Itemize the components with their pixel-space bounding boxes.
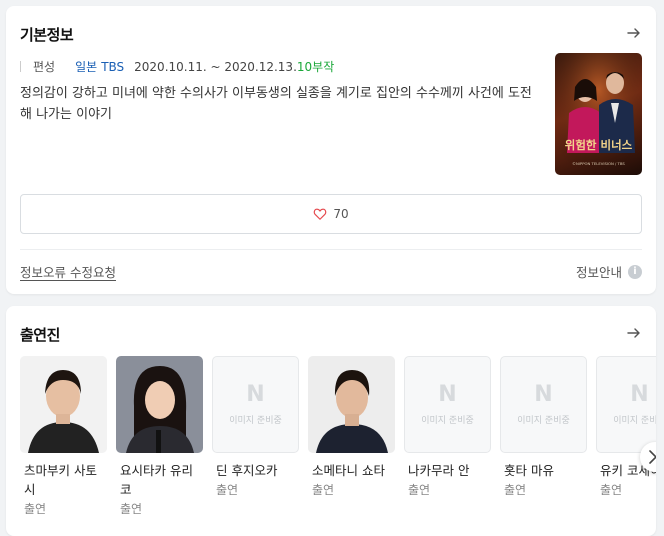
cast-item[interactable]: 요시타카 유리코 출연 [116, 356, 203, 517]
like-count: 70 [333, 207, 349, 221]
cast-name: 소메타니 쇼타 [312, 463, 385, 478]
placeholder-text: 이미지 준비중 [421, 416, 474, 426]
arrow-right-icon[interactable] [626, 325, 642, 341]
cast-photo-placeholder: N 이미지 준비중 [404, 356, 491, 453]
poster-credit-text: ©NIPPON TELEVISION / TBS [572, 161, 625, 166]
cast-list: 츠마부키 사토시 출연 요시타카 유리코 출연 N 이미지 준비중 딘 후지오카… [20, 356, 656, 536]
cast-card: 출연진 츠마부키 사토시 출연 요시타카 유리코 출연 N 이미지 준비중 딘 … [6, 306, 656, 536]
cast-role: 출연 [600, 483, 623, 497]
basic-info-title: 기본정보 [20, 26, 74, 44]
placeholder-text: 이미지 준비중 [229, 416, 282, 426]
cast-title: 출연진 [20, 326, 60, 344]
country-link[interactable]: 일본 [75, 58, 97, 75]
naver-logo-icon: N [630, 382, 649, 407]
naver-logo-icon: N [534, 382, 553, 407]
cast-role: 출연 [312, 483, 335, 497]
placeholder-text: 이미지 준비중 [517, 416, 570, 426]
info-guide-label: 정보안내 [575, 265, 622, 280]
cast-name: 딘 후지오카 [216, 463, 278, 478]
arrow-right-icon[interactable] [626, 25, 642, 41]
placeholder-text: 이미지 준비중 [613, 416, 656, 426]
cast-photo [116, 356, 203, 453]
synopsis: 정의감이 강하고 미녀에 약한 수의사가 이부동생의 실종을 계기로 집안의 수… [20, 86, 532, 122]
cast-name: 츠마부키 사토시 [24, 463, 97, 497]
cast-role: 출연 [504, 483, 527, 497]
cast-role: 출연 [216, 483, 239, 497]
cast-photo-placeholder: N 이미지 준비중 [596, 356, 656, 453]
cast-name: 홋타 마유 [504, 463, 554, 478]
episode-count: 10부작 [296, 60, 335, 74]
cast-photo [308, 356, 395, 453]
cast-item[interactable]: 츠마부키 사토시 출연 [20, 356, 107, 517]
cast-name: 나카무라 안 [408, 463, 470, 478]
cast-item[interactable]: N 이미지 준비중 유키 코세이 출연 [596, 356, 656, 498]
chevron-right-icon [649, 450, 656, 464]
cast-item[interactable]: N 이미지 준비중 딘 후지오카 출연 [212, 356, 299, 498]
divider [20, 249, 642, 250]
report-error-link[interactable]: 정보오류 수정요청 [20, 262, 116, 281]
basic-info-card: 기본정보 편성 일본 TBS 2020.10.11. ~ 2020.12.13.… [6, 6, 656, 294]
broadcast-meta: 편성 일본 TBS 2020.10.11. ~ 2020.12.13. 10부작 [20, 58, 334, 75]
like-button[interactable]: 70 [20, 194, 642, 234]
cast-role: 출연 [120, 502, 143, 516]
naver-logo-icon: N [438, 382, 457, 407]
poster-title-text: 위험한 비너스 [565, 138, 633, 152]
cast-item[interactable]: N 이미지 준비중 홋타 마유 출연 [500, 356, 587, 498]
cast-name: 요시타카 유리코 [120, 463, 193, 497]
cast-item[interactable]: 소메타니 쇼타 출연 [308, 356, 395, 498]
info-icon: i [628, 264, 642, 279]
cast-photo [20, 356, 107, 453]
cast-photo-placeholder: N 이미지 준비중 [500, 356, 587, 453]
cast-role: 출연 [24, 502, 47, 516]
network-link[interactable]: TBS [101, 60, 124, 74]
meta-label: 편성 [33, 60, 56, 74]
poster-image[interactable]: 위험한 비너스 ©NIPPON TELEVISION / TBS [555, 53, 642, 175]
info-guide-link[interactable]: 정보안내 i [576, 262, 642, 281]
air-dates: 2020.10.11. ~ 2020.12.13. [134, 59, 297, 74]
cast-item[interactable]: N 이미지 준비중 나카무라 안 출연 [404, 356, 491, 498]
naver-logo-icon: N [246, 382, 265, 407]
cast-role: 출연 [408, 483, 431, 497]
cast-photo-placeholder: N 이미지 준비중 [212, 356, 299, 453]
heart-icon [314, 208, 327, 220]
meta-divider [20, 61, 21, 72]
